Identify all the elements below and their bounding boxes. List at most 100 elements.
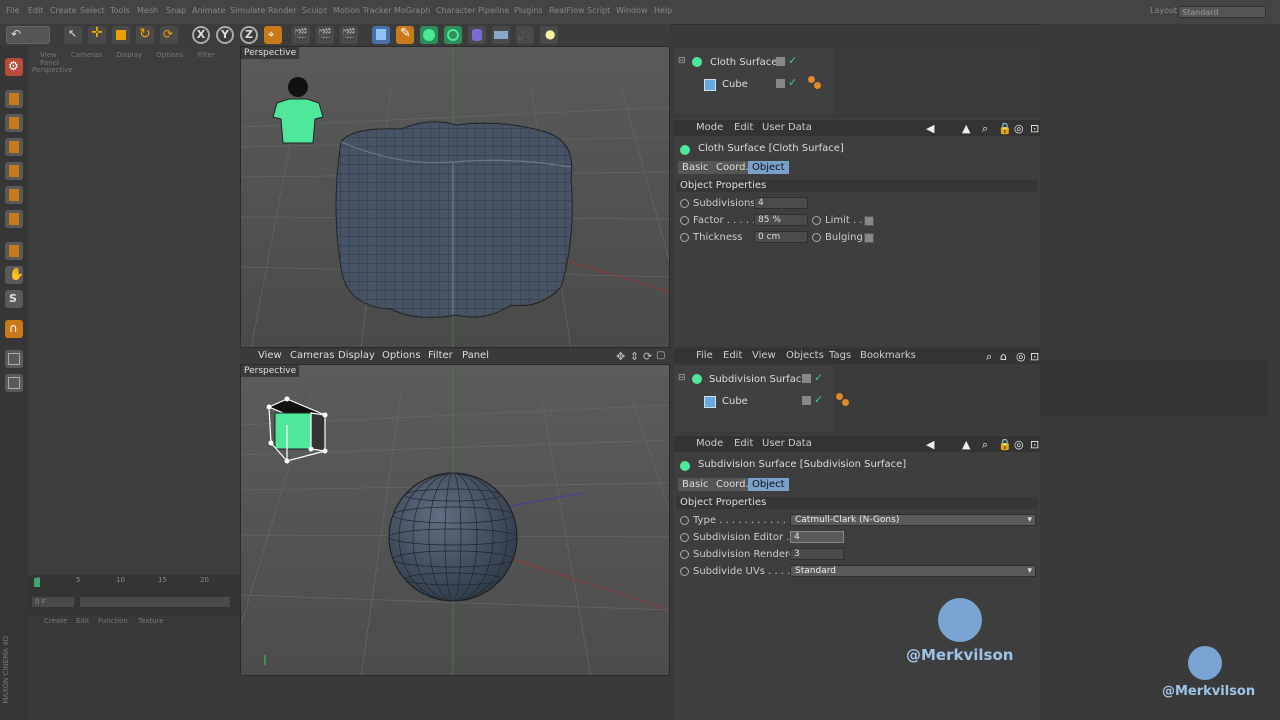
deformer-button[interactable]: [468, 26, 486, 44]
attr-menu-edit[interactable]: Edit: [734, 438, 753, 449]
menu-select[interactable]: Select: [80, 6, 105, 15]
move-tool-button[interactable]: ✛: [88, 25, 106, 44]
mat-menu-function[interactable]: Function: [98, 617, 128, 625]
points-mode-button[interactable]: [5, 162, 23, 180]
type-anim-radio[interactable]: [680, 516, 689, 525]
move-view-icon[interactable]: ✥: [616, 350, 625, 363]
menu-character[interactable]: Character: [436, 6, 476, 15]
enabled-check-icon[interactable]: ✓: [788, 76, 797, 89]
type-dropdown[interactable]: Catmull-Clark (N-Gons): [790, 514, 1036, 526]
visibility-toggle-icon[interactable]: [776, 57, 785, 66]
tab-object[interactable]: Object: [748, 478, 789, 491]
menu-mesh[interactable]: Mesh: [137, 6, 158, 15]
enabled-check-icon[interactable]: ✓: [814, 393, 823, 406]
mat-menu-texture[interactable]: Texture: [138, 617, 164, 625]
frame-field[interactable]: 0 F: [32, 597, 74, 607]
new-window-icon[interactable]: ◎: [1014, 122, 1024, 135]
phong-tag-icon[interactable]: [842, 399, 849, 406]
subdivision-editor-anim-radio[interactable]: [680, 533, 689, 542]
render-settings-button[interactable]: 🎬: [340, 26, 358, 44]
polygons-mode-button[interactable]: [5, 210, 23, 228]
bg-menu-filter[interactable]: Filter: [198, 51, 215, 59]
menu-script[interactable]: Script: [587, 6, 610, 15]
subdivision-editor-field[interactable]: 4: [790, 531, 844, 543]
search-icon[interactable]: ⌕: [982, 438, 988, 452]
tab-object[interactable]: Object: [748, 161, 789, 174]
vp-menu-view[interactable]: View: [258, 350, 282, 361]
new-window-icon[interactable]: ◎: [1014, 438, 1024, 451]
attr-menu-mode[interactable]: Mode: [696, 438, 723, 449]
lock-icon[interactable]: 🔒: [998, 122, 1012, 135]
vp-menu-cameras[interactable]: Cameras: [290, 350, 334, 361]
up-arrow-icon[interactable]: ▲: [962, 438, 970, 451]
om-menu-edit[interactable]: Edit: [723, 350, 742, 361]
workplane-mode-button[interactable]: [5, 138, 23, 156]
object-item-cube[interactable]: Cube: [722, 396, 748, 407]
tab-coord[interactable]: Coord.: [712, 161, 753, 174]
menu-icon[interactable]: ⊡: [1030, 350, 1039, 363]
bg-menu-options[interactable]: Options: [156, 51, 183, 59]
model-mode-button[interactable]: [5, 90, 23, 108]
subdivision-renderer-field[interactable]: 3: [790, 548, 844, 560]
menu-simulate[interactable]: Simulate: [230, 6, 265, 15]
om-menu-objects[interactable]: Objects: [786, 350, 824, 361]
search-icon[interactable]: ⌕: [986, 350, 992, 364]
bulging-anim-radio[interactable]: [812, 233, 821, 242]
om-menu-view[interactable]: View: [752, 350, 776, 361]
enabled-check-icon[interactable]: ✓: [788, 54, 797, 67]
timeline[interactable]: 0 5 10 15 20 0 F: [28, 575, 240, 615]
grid-button[interactable]: [5, 350, 23, 368]
limit-checkbox[interactable]: [864, 216, 874, 226]
vp-menu-panel[interactable]: Panel: [462, 350, 489, 361]
viewport-bottom-label[interactable]: Perspective: [241, 365, 300, 377]
factor-anim-radio[interactable]: [680, 216, 689, 225]
texture-mode-button[interactable]: [5, 114, 23, 132]
limit-anim-radio[interactable]: [812, 216, 821, 225]
subdivision-surface-button[interactable]: [420, 26, 438, 44]
back-arrow-icon[interactable]: ◀: [926, 438, 934, 451]
back-arrow-icon[interactable]: ◀: [926, 122, 934, 135]
menu-file[interactable]: File: [6, 6, 19, 15]
tree-collapse-icon[interactable]: ⊟: [678, 56, 686, 66]
pen-tool-button[interactable]: ✎: [396, 26, 414, 44]
enabled-check-icon[interactable]: ✓: [814, 371, 823, 384]
rotate-tool-button[interactable]: ↻: [136, 26, 154, 44]
om-menu-tags[interactable]: Tags: [829, 350, 851, 361]
menu-animate[interactable]: Animate: [192, 6, 226, 15]
object-item-subdivision-surface[interactable]: Subdivision Surface: [709, 374, 808, 385]
coordinate-system-button[interactable]: ⌖: [264, 26, 282, 44]
object-item-cube[interactable]: Cube: [722, 79, 748, 90]
thickness-field[interactable]: 0 cm: [754, 231, 808, 243]
menu-help[interactable]: Help: [654, 6, 672, 15]
menu-sculpt[interactable]: Sculpt: [302, 6, 327, 15]
tweak-mode-button[interactable]: ✋: [5, 266, 24, 284]
thickness-anim-radio[interactable]: [680, 233, 689, 242]
bulging-checkbox[interactable]: [864, 233, 874, 243]
viewport-bottom[interactable]: Perspective: [240, 364, 670, 676]
tree-collapse-icon[interactable]: ⊟: [678, 373, 686, 383]
viewport-top-label[interactable]: Perspective: [241, 47, 300, 59]
snap-button[interactable]: S: [5, 290, 23, 308]
menu-render[interactable]: Render: [268, 6, 296, 15]
bg-menu-cameras[interactable]: Cameras: [71, 51, 102, 59]
edges-mode-button[interactable]: [5, 186, 23, 204]
frame-slider[interactable]: [80, 597, 230, 607]
vp-menu-filter[interactable]: Filter: [428, 350, 453, 361]
attr-menu-user-data[interactable]: User Data: [762, 438, 812, 449]
phong-tag-icon[interactable]: [814, 82, 821, 89]
attr-menu-edit[interactable]: Edit: [734, 122, 753, 133]
render-view-button[interactable]: 🎬: [292, 26, 310, 44]
bg-menu-display[interactable]: Display: [116, 51, 142, 59]
tab-basic[interactable]: Basic: [678, 161, 713, 174]
visibility-toggle-icon[interactable]: [802, 374, 811, 383]
light-button[interactable]: ●: [540, 26, 558, 44]
mat-menu-create[interactable]: Create: [44, 617, 67, 625]
make-editable-button[interactable]: ⚙: [5, 58, 23, 76]
object-item-cloth-surface[interactable]: Cloth Surface: [710, 57, 777, 68]
cube-object-button[interactable]: [372, 26, 390, 44]
axis-mode-button[interactable]: [5, 242, 23, 260]
menu-create[interactable]: Create: [50, 6, 77, 15]
new-window-icon[interactable]: ◎: [1016, 350, 1026, 363]
visibility-toggle-icon[interactable]: [776, 79, 785, 88]
menu-icon[interactable]: ⊡: [1030, 122, 1039, 135]
